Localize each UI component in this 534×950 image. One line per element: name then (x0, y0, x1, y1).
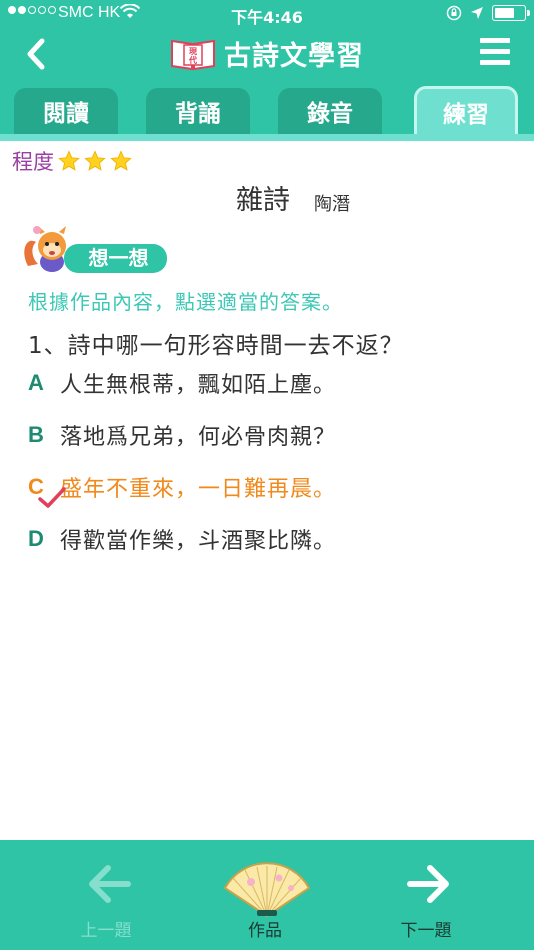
level-label: 程度 (12, 150, 54, 174)
option-letter: B (28, 422, 44, 447)
arrow-right-icon (407, 865, 449, 903)
star-icon (110, 150, 132, 171)
option-letter: A (28, 370, 44, 395)
question-text: 1、詩中哪一句形容時間一去不返？ (28, 333, 404, 359)
arrow-left-icon (89, 865, 131, 903)
works-label: 作品 (248, 921, 282, 941)
hamburger-menu-icon[interactable] (480, 38, 510, 66)
svg-text:代: 代 (188, 55, 197, 65)
battery-icon (492, 5, 530, 21)
option-text: 人生無根蒂，飄如陌上塵。 (60, 373, 337, 398)
app-title: 古詩文學習 (224, 41, 364, 72)
bottom-bar: 上一題 作品 下一題 (0, 840, 534, 950)
nav-bar: 現 代 古詩文學習 (0, 28, 534, 84)
fan-icon (223, 862, 311, 918)
difficulty-level: 程度 (12, 146, 132, 176)
option-a[interactable]: A 人生無根蒂，飄如陌上塵。 (28, 366, 336, 400)
option-b[interactable]: B 落地爲兄弟，何必骨肉親？ (28, 418, 336, 452)
tab-reading[interactable]: 閱讀 (14, 88, 118, 134)
poem-author: 陶潛 (314, 194, 350, 215)
svg-text:現: 現 (189, 47, 197, 56)
works-button[interactable]: 作品 (205, 840, 325, 950)
tab-recite[interactable]: 背誦 (146, 88, 250, 134)
app-header: SMC HK 下午4:46 現 代 古詩文學習 閱讀 背誦 錄音 練習 (0, 0, 534, 141)
option-c[interactable]: C 盛年不重來，一日難再晨。 (28, 470, 336, 504)
star-icon (58, 150, 80, 171)
tab-bar: 閱讀 背誦 錄音 練習 (0, 86, 534, 136)
prev-question-label: 上一題 (80, 921, 132, 941)
instruction-text: 根據作品內容，點選適當的答案。 (28, 290, 343, 314)
option-letter: D (28, 526, 44, 551)
squirrel-mascot-icon (24, 226, 66, 272)
option-text: 盛年不重來，一日難再晨。 (60, 477, 337, 502)
tab-underline (0, 134, 534, 141)
option-text: 得歡當作樂，斗酒聚比隣。 (60, 529, 337, 554)
option-d[interactable]: D 得歡當作樂，斗酒聚比隣。 (28, 522, 336, 556)
star-icon (84, 150, 106, 171)
prev-question-button[interactable]: 上一題 (46, 840, 166, 950)
tab-recording[interactable]: 錄音 (278, 88, 382, 134)
rotation-lock-icon (446, 5, 462, 21)
next-question-button[interactable]: 下一題 (366, 840, 486, 950)
checkmark-icon (38, 487, 66, 508)
status-bar: SMC HK 下午4:46 (0, 0, 534, 28)
option-text: 落地爲兄弟，何必骨肉親？ (60, 425, 337, 450)
next-question-label: 下一題 (400, 921, 452, 941)
poem-title: 雜詩 (236, 185, 290, 216)
book-logo-icon: 現 代 (171, 39, 215, 70)
section-label-think: 想一想 (64, 244, 167, 273)
location-arrow-icon (471, 7, 483, 19)
tab-practice[interactable]: 練習 (414, 86, 518, 134)
